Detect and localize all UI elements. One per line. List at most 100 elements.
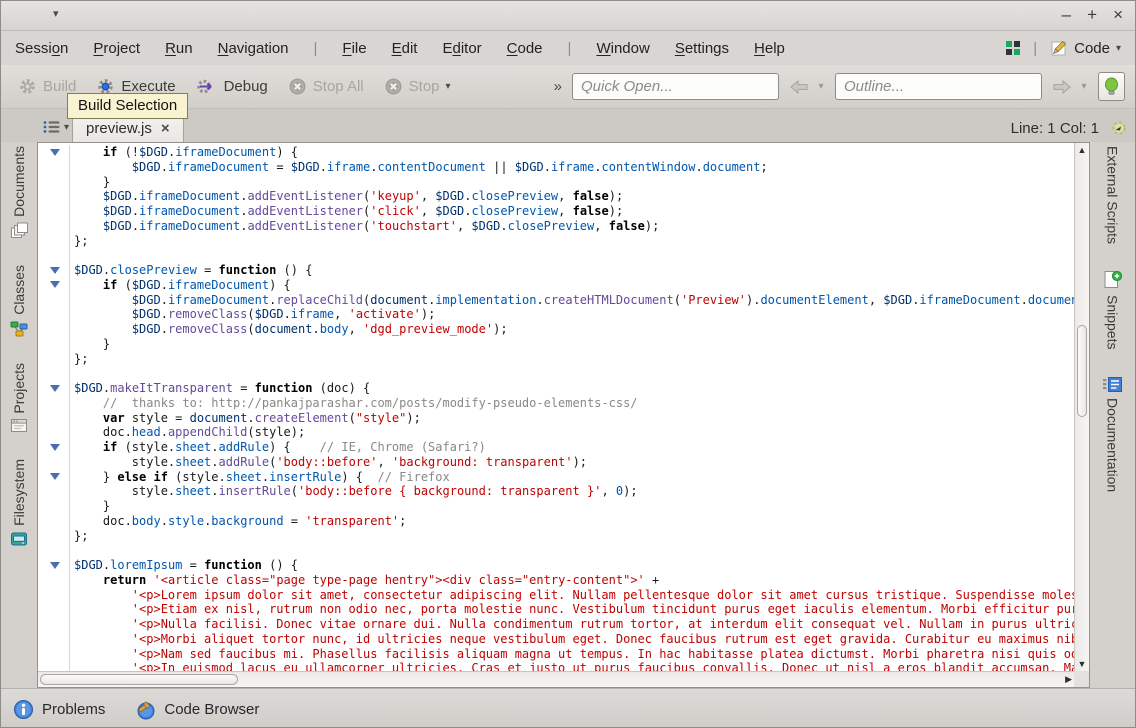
menu-item-code[interactable]: Code (507, 40, 543, 57)
lightbulb-button[interactable] (1098, 72, 1125, 101)
fold-gutter[interactable] (38, 381, 70, 396)
fold-gutter[interactable] (38, 263, 70, 278)
window-menu-icon[interactable]: ▾ (53, 7, 59, 20)
scroll-right-icon[interactable]: ▶ (1065, 674, 1072, 685)
menu-item-edit[interactable]: Edit (392, 40, 418, 57)
fold-gutter[interactable] (38, 588, 70, 603)
toolbar-overflow-icon[interactable]: » (554, 78, 562, 95)
fold-gutter[interactable] (38, 455, 70, 470)
fold-gutter[interactable] (38, 189, 70, 204)
fold-gutter[interactable] (38, 352, 70, 367)
fold-gutter[interactable] (38, 396, 70, 411)
code-line: '<p>In euismod lacus eu ullamcorper ultr… (38, 661, 1074, 671)
minimize-button[interactable]: – (1062, 5, 1071, 25)
back-arrow-icon[interactable] (785, 73, 813, 100)
dock-button-projects[interactable]: Projects (10, 363, 28, 434)
menu-item-navigation[interactable]: Navigation (218, 40, 289, 57)
area-grid-icon[interactable] (1005, 40, 1021, 56)
outline-input[interactable] (835, 73, 1042, 100)
menu-item-session[interactable]: Session (15, 40, 68, 57)
code-line (38, 248, 1074, 263)
editor-settings-gear-icon[interactable] (1109, 119, 1129, 137)
dock-button-external-scripts[interactable]: External Scripts (1105, 146, 1121, 244)
menu-item-help[interactable]: Help (754, 40, 785, 57)
code-text: $DGD.iframeDocument.addEventListener('cl… (70, 204, 623, 219)
fold-gutter[interactable] (38, 632, 70, 647)
vertical-scroll-thumb[interactable] (1077, 325, 1087, 417)
quick-open-input[interactable] (572, 73, 779, 100)
fold-gutter[interactable] (38, 602, 70, 617)
fold-gutter[interactable] (38, 278, 70, 293)
fold-gutter[interactable] (38, 543, 70, 558)
fold-gutter[interactable] (38, 160, 70, 175)
fold-gutter[interactable] (38, 175, 70, 190)
fold-gutter[interactable] (38, 617, 70, 632)
fold-gutter[interactable] (38, 558, 70, 573)
scroll-up-icon[interactable]: ▲ (1075, 145, 1089, 155)
fold-gutter[interactable] (38, 204, 70, 219)
fold-gutter[interactable] (38, 219, 70, 234)
menu-item-settings[interactable]: Settings (675, 40, 729, 57)
fold-gutter[interactable] (38, 425, 70, 440)
fold-collapse-icon[interactable] (50, 149, 60, 156)
dock-button-classes[interactable]: Classes (10, 265, 28, 337)
menu-item-file[interactable]: File (342, 40, 366, 57)
maximize-button[interactable]: + (1087, 5, 1097, 25)
menu-item-window[interactable]: Window (596, 40, 649, 57)
fold-gutter[interactable] (38, 661, 70, 671)
code-editor[interactable]: if (!$DGD.iframeDocument) { $DGD.iframeD… (37, 142, 1090, 688)
dock-button-documents[interactable]: Documents (10, 146, 29, 239)
fold-gutter[interactable] (38, 647, 70, 662)
back-dropdown-icon[interactable]: ▾ (813, 73, 829, 100)
forward-dropdown-icon[interactable]: ▾ (1076, 73, 1092, 100)
fold-gutter[interactable] (38, 322, 70, 337)
fold-gutter[interactable] (38, 248, 70, 263)
fold-gutter[interactable] (38, 234, 70, 249)
fold-gutter[interactable] (38, 573, 70, 588)
dock-button-code-browser[interactable]: Code Browser (135, 699, 259, 720)
fold-gutter[interactable] (38, 337, 70, 352)
fold-gutter[interactable] (38, 499, 70, 514)
menu-item-editor[interactable]: Editor (442, 40, 481, 57)
fold-gutter[interactable] (38, 366, 70, 381)
fold-gutter[interactable] (38, 484, 70, 499)
fold-collapse-icon[interactable] (50, 473, 60, 480)
dock-button-problems[interactable]: Problems (13, 699, 105, 720)
menubar-separator: | (568, 40, 572, 57)
forward-arrow-icon[interactable] (1048, 73, 1076, 100)
fold-collapse-icon[interactable] (50, 281, 60, 288)
fold-gutter[interactable] (38, 440, 70, 455)
close-button[interactable]: × (1113, 5, 1123, 25)
fold-gutter[interactable] (38, 470, 70, 485)
titlebar[interactable]: ▾ – + × (1, 1, 1135, 31)
code-text: }; (70, 352, 88, 367)
fold-gutter[interactable] (38, 145, 70, 160)
code-view[interactable]: if (!$DGD.iframeDocument) { $DGD.iframeD… (38, 143, 1074, 671)
dock-button-filesystem[interactable]: Filesystem (10, 459, 28, 547)
code-line: } (38, 499, 1074, 514)
fold-gutter[interactable] (38, 293, 70, 308)
dock-button-documentation[interactable]: Documentation (1102, 376, 1123, 492)
menu-item-project[interactable]: Project (93, 40, 140, 57)
horizontal-scroll-thumb[interactable] (40, 674, 238, 685)
scroll-down-icon[interactable]: ▼ (1075, 659, 1089, 669)
fold-collapse-icon[interactable] (50, 562, 60, 569)
fold-gutter[interactable] (38, 514, 70, 529)
dock-button-snippets[interactable]: Snippets (1102, 270, 1123, 349)
area-switcher-code[interactable]: Code ▾ (1049, 39, 1121, 58)
fold-collapse-icon[interactable] (50, 385, 60, 392)
menu-item-run[interactable]: Run (165, 40, 193, 57)
debug-button[interactable]: Debug (189, 73, 275, 100)
code-text (70, 248, 74, 263)
stop-button[interactable]: Stop▾ (377, 73, 458, 100)
code-text: if ($DGD.iframeDocument) { (70, 278, 291, 293)
fold-gutter[interactable] (38, 529, 70, 544)
fold-gutter[interactable] (38, 411, 70, 426)
horizontal-scrollbar[interactable]: ▶ (38, 671, 1074, 687)
fold-collapse-icon[interactable] (50, 444, 60, 451)
tab-close-icon[interactable]: × (161, 121, 170, 136)
vertical-scrollbar[interactable]: ▲ ▼ (1074, 143, 1089, 671)
fold-gutter[interactable] (38, 307, 70, 322)
fold-collapse-icon[interactable] (50, 267, 60, 274)
stop-all-button[interactable]: Stop All (281, 73, 371, 100)
